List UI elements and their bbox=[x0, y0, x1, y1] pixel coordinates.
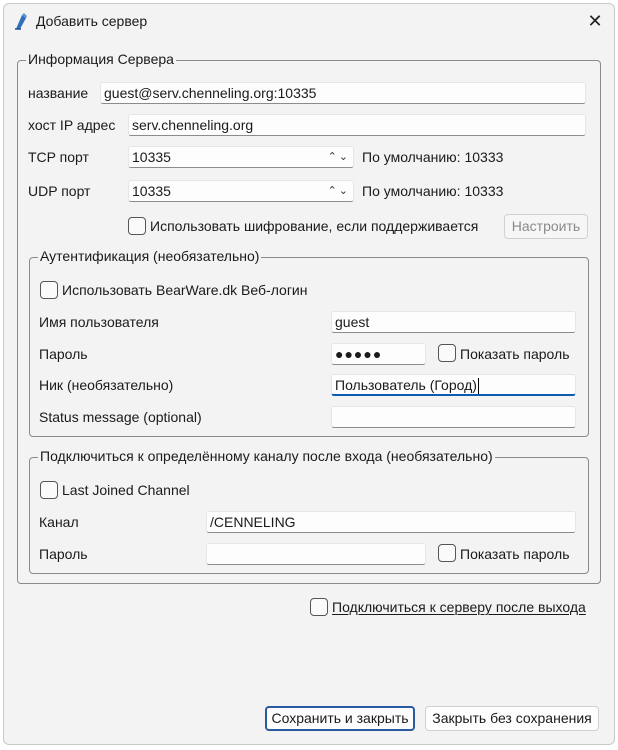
save-and-close-button[interactable]: Сохранить и закрыть bbox=[265, 706, 415, 731]
host-field[interactable]: serv.chenneling.org bbox=[128, 114, 586, 136]
name-label: название bbox=[28, 85, 89, 101]
add-server-dialog: Добавить сервер ✕ Информация Сервера наз… bbox=[3, 3, 615, 745]
show-password-checkbox[interactable] bbox=[438, 344, 456, 362]
tcp-port-label: TCP порт bbox=[28, 149, 89, 165]
password-label: Пароль bbox=[39, 346, 88, 362]
channel-password-field[interactable] bbox=[206, 543, 426, 565]
text-caret bbox=[477, 378, 479, 394]
nick-value: Пользователь (Город) bbox=[335, 377, 477, 393]
auth-legend: Аутентификация (необязательно) bbox=[38, 248, 262, 264]
encrypt-label[interactable]: Использовать шифрование, если поддержива… bbox=[150, 218, 478, 234]
channel-legend: Подключиться к определённому каналу посл… bbox=[38, 448, 495, 464]
weblogin-label[interactable]: Использовать BearWare.dk Веб-логин bbox=[62, 282, 307, 298]
show-password-label[interactable]: Показать пароль bbox=[460, 346, 570, 362]
title-bar: Добавить сервер ✕ bbox=[4, 4, 614, 38]
server-name-field[interactable]: guest@serv.chenneling.org:10335 bbox=[100, 82, 586, 104]
last-joined-checkbox[interactable] bbox=[40, 481, 58, 499]
spin-arrows-icon[interactable]: ⌃⌄ bbox=[328, 181, 350, 201]
close-without-saving-button[interactable]: Закрыть без сохранения bbox=[425, 706, 599, 731]
configure-button[interactable]: Настроить bbox=[504, 214, 588, 239]
udp-default-label: По умолчанию: 10333 bbox=[362, 183, 504, 199]
reconnect-label[interactable]: Подключиться к серверу после выхода bbox=[332, 599, 586, 615]
window-title: Добавить сервер bbox=[36, 13, 148, 29]
channel-show-password-checkbox[interactable] bbox=[438, 544, 456, 562]
username-field[interactable]: guest bbox=[331, 311, 576, 333]
udp-port-spinbox[interactable]: 10335 ⌃⌄ bbox=[128, 180, 354, 202]
weblogin-checkbox[interactable] bbox=[40, 281, 58, 299]
udp-port-value: 10335 bbox=[132, 183, 171, 199]
spin-arrows-icon[interactable]: ⌃⌄ bbox=[328, 147, 350, 167]
encrypt-checkbox[interactable] bbox=[128, 217, 146, 235]
nick-label: Ник (необязательно) bbox=[39, 377, 174, 393]
channel-password-label: Пароль bbox=[39, 546, 88, 562]
server-info-legend: Информация Сервера bbox=[26, 51, 176, 67]
udp-port-label: UDP порт bbox=[28, 183, 91, 199]
close-icon[interactable]: ✕ bbox=[582, 8, 608, 34]
status-message-label: Status message (optional) bbox=[39, 409, 202, 425]
reconnect-checkbox[interactable] bbox=[310, 598, 328, 616]
username-label: Имя пользователя bbox=[39, 314, 159, 330]
app-icon bbox=[15, 13, 27, 30]
password-field[interactable]: ●●●●● bbox=[331, 343, 426, 365]
tcp-port-spinbox[interactable]: 10335 ⌃⌄ bbox=[128, 146, 354, 168]
channel-label: Канал bbox=[39, 514, 79, 530]
nick-field[interactable]: Пользователь (Город) bbox=[331, 374, 576, 396]
last-joined-label[interactable]: Last Joined Channel bbox=[62, 482, 190, 498]
tcp-port-value: 10335 bbox=[132, 149, 171, 165]
channel-field[interactable]: /CENNELING bbox=[206, 511, 576, 533]
status-message-field[interactable] bbox=[331, 406, 576, 428]
channel-show-password-label[interactable]: Показать пароль bbox=[460, 546, 570, 562]
host-label: хост IP адрес bbox=[28, 117, 116, 133]
tcp-default-label: По умолчанию: 10333 bbox=[362, 149, 504, 165]
